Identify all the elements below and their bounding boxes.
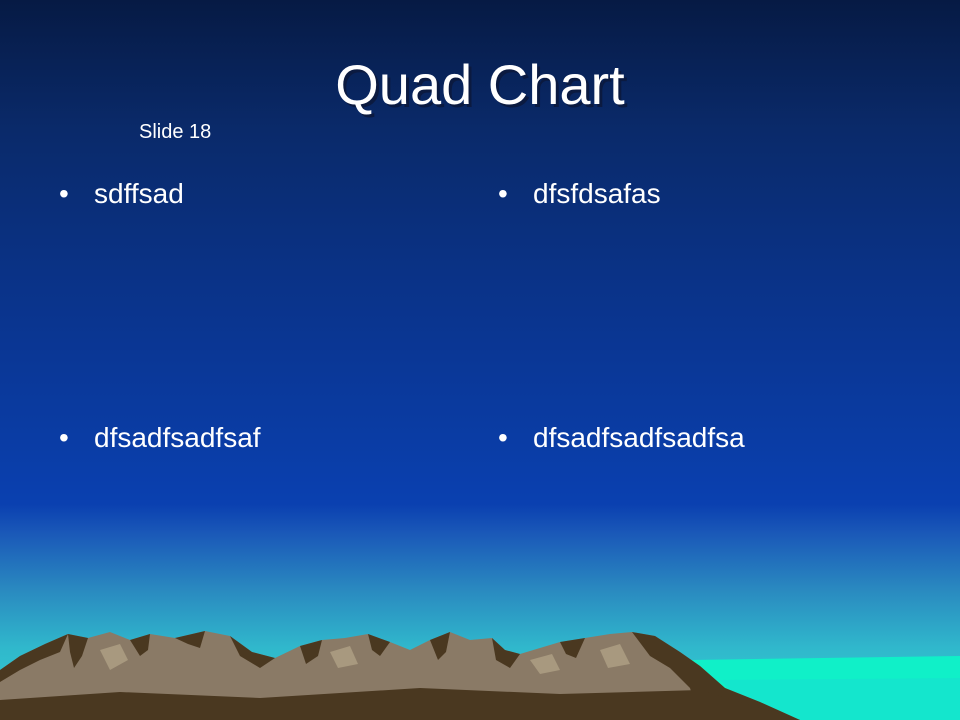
bullet-dot-icon: • xyxy=(59,422,69,453)
bullet-dot-icon: • xyxy=(498,422,508,453)
slide: Quad Chart Slide 18 • sdffsad • dfsfdsaf… xyxy=(0,0,960,720)
bullet-dot-icon: • xyxy=(59,178,69,209)
slide-title: Quad Chart xyxy=(335,53,625,116)
slide-number: Slide 18 xyxy=(139,121,212,143)
bullet-text: dfsadfsadfsadfsa xyxy=(533,422,745,453)
bullet-text: dfsfdsafas xyxy=(533,178,661,209)
mountain-landscape xyxy=(0,631,960,720)
bullet-text: sdffsad xyxy=(94,178,184,209)
bullet-text: dfsadfsadfsaf xyxy=(94,422,261,453)
bullet-dot-icon: • xyxy=(498,178,508,209)
